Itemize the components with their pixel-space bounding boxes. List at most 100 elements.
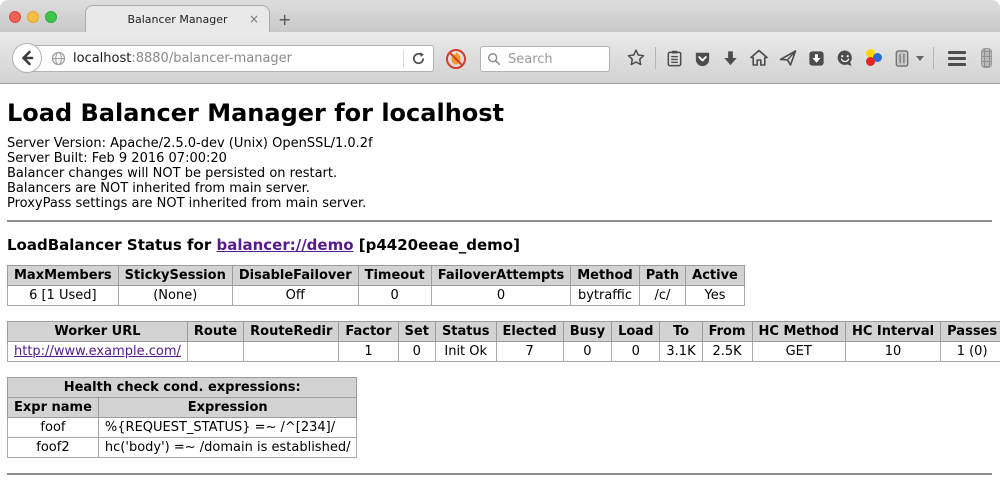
navigation-toolbar: localhost:8880/balancer-manager: [0, 32, 1000, 84]
health-table-title: Health check cond. expressions:: [8, 378, 357, 398]
bookmarks-menu-button[interactable]: [665, 47, 684, 69]
col-set: Set: [398, 322, 435, 342]
failoverattempts-value: 0: [431, 286, 571, 306]
from-value: 2.5K: [702, 342, 752, 362]
col-from: From: [702, 322, 752, 342]
worker-status-table: Worker URL Route RouteRedir Factor Set S…: [7, 321, 1000, 362]
col-disablefailover: DisableFailover: [232, 266, 358, 286]
col-expr-name: Expr name: [8, 398, 99, 418]
tab-title: Balancer Manager: [127, 13, 227, 26]
pocket-icon: [693, 49, 712, 68]
col-path: Path: [639, 266, 685, 286]
col-status: Status: [435, 322, 496, 342]
server-version-line: Server Version: Apache/2.5.0-dev (Unix) …: [7, 136, 992, 151]
heading-suffix: [p4420eeae_demo]: [354, 236, 520, 254]
status-value: Init Ok: [435, 342, 496, 362]
col-timeout: Timeout: [358, 266, 431, 286]
menu-button[interactable]: [948, 51, 966, 66]
home-icon: [749, 48, 769, 68]
tab-close-icon[interactable]: ×: [249, 12, 259, 26]
tab-balancer-manager[interactable]: Balancer Manager ×: [85, 5, 270, 32]
busy-value: 0: [563, 342, 611, 362]
plugin-blocked-icon[interactable]: [445, 48, 467, 70]
bottom-divider: [7, 473, 992, 475]
overflow-caret-icon[interactable]: [916, 56, 924, 61]
col-active: Active: [686, 266, 745, 286]
expr-name-value: foof2: [8, 438, 99, 458]
toolbar-divider: [933, 47, 934, 69]
zoom-window-button[interactable]: [45, 11, 57, 23]
passes-value: 1 (0): [941, 342, 1000, 362]
col-method: Method: [571, 266, 639, 286]
tablet-addon-button[interactable]: [893, 47, 911, 69]
col-to: To: [660, 322, 702, 342]
toolbar-divider: [655, 47, 656, 69]
factor-value: 1: [339, 342, 398, 362]
health-check-table: Health check cond. expressions: Expr nam…: [7, 377, 357, 458]
hc-interval-value: 10: [845, 342, 940, 362]
url-bar[interactable]: localhost:8880/balancer-manager: [26, 45, 434, 72]
search-input[interactable]: [506, 51, 596, 68]
timeout-value: 0: [358, 286, 431, 306]
back-button[interactable]: [12, 43, 42, 73]
download-box-icon: [807, 49, 826, 68]
downloads-icon: [721, 49, 740, 68]
search-box: [480, 46, 610, 72]
color-dots-icon: [864, 48, 884, 68]
downloads-button[interactable]: [721, 47, 740, 69]
smiley-icon: [835, 48, 855, 68]
col-elected: Elected: [496, 322, 563, 342]
section-divider: [7, 220, 992, 222]
page-title: Load Balancer Manager for localhost: [7, 99, 992, 127]
bookmark-star-button[interactable]: [626, 47, 646, 69]
table-title-row: Health check cond. expressions:: [8, 378, 357, 398]
expression-value: %{REQUEST_STATUS} =~ /^[234]/: [98, 418, 357, 438]
table-header-row: Worker URL Route RouteRedir Factor Set S…: [8, 322, 1000, 342]
titlebar: Balancer Manager × +: [0, 0, 1000, 32]
col-load: Load: [612, 322, 660, 342]
heading-prefix: LoadBalancer Status for: [7, 236, 216, 254]
col-failoverattempts: FailoverAttempts: [431, 266, 571, 286]
col-busy: Busy: [563, 322, 611, 342]
server-built-line: Server Built: Feb 9 2016 07:00:20: [7, 151, 992, 166]
urlbar-divider: [403, 50, 404, 67]
addon-download-box-button[interactable]: [807, 47, 826, 69]
col-maxmembers: MaxMembers: [8, 266, 119, 286]
pocket-button[interactable]: [693, 47, 712, 69]
home-button[interactable]: [749, 47, 769, 69]
back-arrow-icon: [19, 50, 35, 66]
maxmembers-value: 6 [1 Used]: [8, 286, 119, 306]
worker-url-link[interactable]: http://www.example.com/: [14, 344, 181, 359]
notice-line: Balancer changes will NOT be persisted o…: [7, 166, 992, 181]
reload-button[interactable]: [411, 51, 433, 66]
col-hc-interval: HC Interval: [845, 322, 940, 342]
method-value: bytraffic: [571, 286, 639, 306]
table-header-row: Expr name Expression: [8, 398, 357, 418]
expr-name-value: foof: [8, 418, 99, 438]
new-tab-button[interactable]: +: [278, 12, 291, 28]
table-header-row: MaxMembers StickySession DisableFailover…: [8, 266, 745, 286]
grid-addon-button[interactable]: [981, 48, 992, 68]
minimize-window-button[interactable]: [27, 11, 39, 23]
site-globe-icon: [51, 51, 66, 66]
route-value: [187, 342, 243, 362]
expression-value: hc('body') =~ /domain is established/: [98, 438, 357, 458]
disablefailover-value: Off: [232, 286, 358, 306]
col-routeredir: RouteRedir: [244, 322, 339, 342]
table-row: 6 [1 Used] (None) Off 0 0 bytraffic /c/ …: [8, 286, 745, 306]
balancer-demo-link[interactable]: balancer://demo: [216, 236, 353, 254]
col-route: Route: [187, 322, 243, 342]
page-content: Load Balancer Manager for localhost Serv…: [0, 99, 1000, 491]
send-tab-button[interactable]: [778, 47, 798, 69]
active-value: Yes: [686, 286, 745, 306]
col-passes: Passes: [941, 322, 1000, 342]
col-worker-url: Worker URL: [8, 322, 188, 342]
toolbar-icons: [626, 32, 1000, 84]
to-value: 3.1K: [660, 342, 702, 362]
close-window-button[interactable]: [9, 11, 21, 23]
url-path: :8880/balancer-manager: [131, 51, 292, 66]
chat-smiley-button[interactable]: [835, 47, 855, 69]
colors-addon-button[interactable]: [864, 47, 884, 69]
server-info: Server Version: Apache/2.5.0-dev (Unix) …: [7, 136, 992, 211]
balancer-settings-table: MaxMembers StickySession DisableFailover…: [7, 265, 745, 306]
